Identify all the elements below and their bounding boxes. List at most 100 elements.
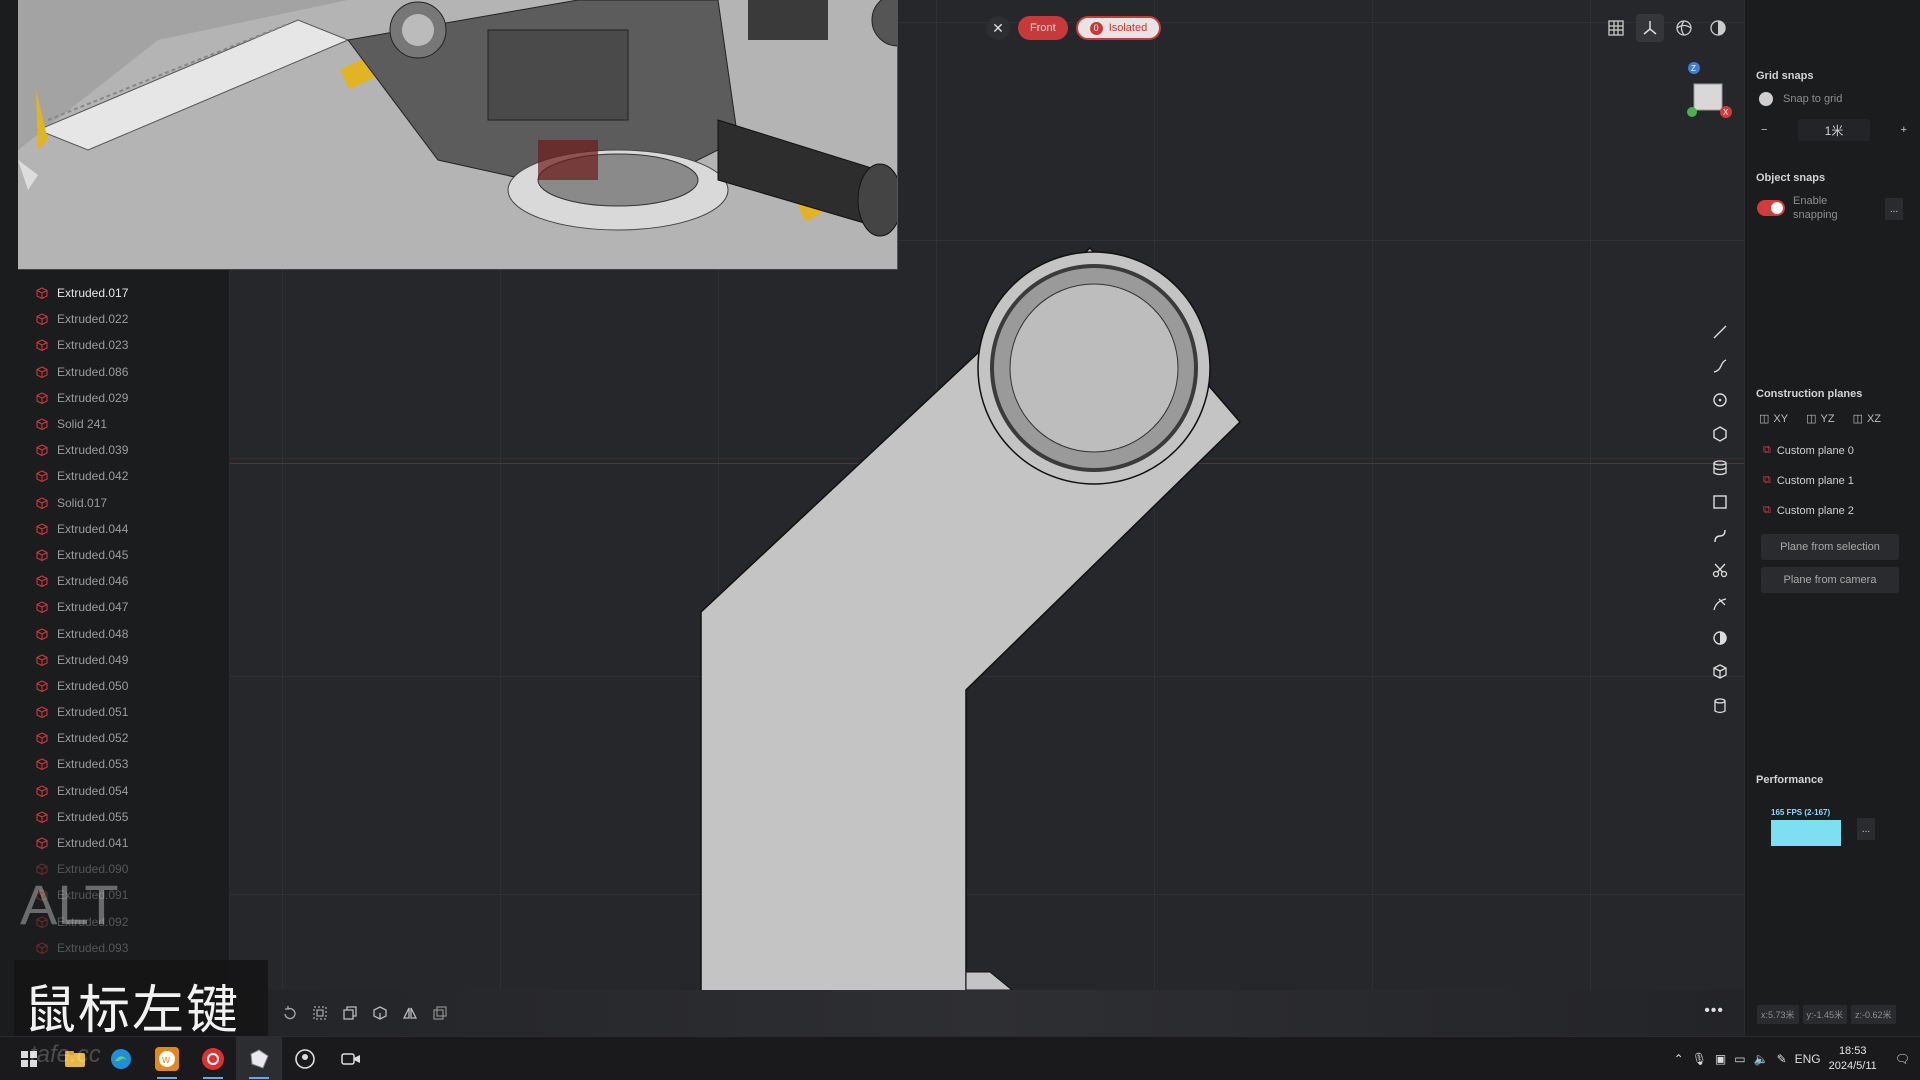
outliner-item[interactable]: Extruded.054: [0, 778, 230, 804]
reference-image: [18, 0, 898, 270]
front-view-pill[interactable]: Front: [1018, 16, 1068, 40]
isolated-pill[interactable]: 0 Isolated: [1075, 16, 1162, 40]
plane-from-selection-button[interactable]: Plane from selection: [1761, 534, 1899, 560]
outliner-item[interactable]: Extruded.055: [0, 804, 230, 830]
capture-icon[interactable]: ▣: [1715, 1052, 1726, 1066]
bottom-toolbar-more-button[interactable]: •••: [1704, 1002, 1724, 1020]
grid-size-stepper: − 1米 +: [1761, 118, 1907, 142]
solid-cube-icon: [36, 706, 48, 719]
outliner-item-label: Extruded.047: [57, 600, 129, 615]
outliner-item-label: Extruded.086: [57, 364, 129, 379]
rectangle-tool-icon[interactable]: [1706, 488, 1734, 516]
close-view-button[interactable]: ✕: [986, 16, 1010, 40]
alt-key-overlay: ALT: [20, 873, 119, 936]
outliner-item-label: Extruded.045: [57, 547, 129, 562]
x-axis-label: X: [1723, 108, 1729, 117]
outliner-item[interactable]: Extruded.022: [0, 306, 230, 332]
enable-snapping-toggle[interactable]: [1757, 200, 1785, 216]
app-w-icon[interactable]: w: [144, 1037, 190, 1080]
grid-icon[interactable]: [1602, 14, 1630, 42]
notifications-icon[interactable]: 🗨: [1895, 1052, 1910, 1066]
outliner-item-label: Extruded.046: [57, 574, 129, 589]
copy-icon[interactable]: [426, 999, 454, 1027]
outliner-item[interactable]: Extruded.041: [0, 830, 230, 856]
cylinder-tool-icon[interactable]: [1706, 692, 1734, 720]
navigation-gizmo[interactable]: Z X: [1676, 62, 1740, 126]
obs-icon[interactable]: [282, 1037, 328, 1080]
microphone-icon[interactable]: 🎙: [1692, 1052, 1707, 1066]
outliner-item-label: Solid 241: [57, 417, 108, 432]
outliner-item[interactable]: Extruded.047: [0, 594, 230, 620]
isolated-label: Isolated: [1108, 22, 1148, 34]
shading-icon[interactable]: [1704, 14, 1732, 42]
outliner-item[interactable]: Extruded.046: [0, 568, 230, 594]
plane-from-camera-button[interactable]: Plane from camera: [1761, 567, 1899, 593]
grid-increment-button[interactable]: +: [1901, 124, 1907, 136]
pen-icon[interactable]: ✎: [1777, 1052, 1787, 1066]
plasticity-app-icon[interactable]: [236, 1037, 282, 1080]
outliner-item[interactable]: Extruded.045: [0, 542, 230, 568]
z-axis-label: Z: [1691, 64, 1696, 73]
outliner-item[interactable]: Extruded.039: [0, 437, 230, 463]
transform-icon[interactable]: [366, 999, 394, 1027]
outliner-item[interactable]: Extruded.029: [0, 385, 230, 411]
grid-size-value[interactable]: 1米: [1798, 119, 1870, 141]
solid-cube-icon: [36, 601, 48, 614]
outliner-item[interactable]: Extruded.017: [0, 280, 230, 306]
chevron-up-icon[interactable]: ⌃: [1674, 1052, 1684, 1066]
solid-cube-icon: [36, 654, 48, 666]
outliner-item[interactable]: Extruded.093: [0, 935, 230, 961]
coord-y: y:-1.45米: [1802, 1005, 1848, 1024]
outliner-item[interactable]: Extruded.049: [0, 647, 230, 673]
outliner-item[interactable]: Extruded.023: [0, 332, 230, 358]
duplicate-icon[interactable]: [336, 999, 364, 1027]
netease-music-icon[interactable]: [190, 1037, 236, 1080]
outliner-item[interactable]: Solid.017: [0, 490, 230, 516]
display-icon[interactable]: ▭: [1734, 1052, 1745, 1066]
outliner-item[interactable]: Extruded.052: [0, 725, 230, 751]
custom-plane-2[interactable]: ⧉ Custom plane 2: [1763, 504, 1854, 517]
object-snaps-more-button[interactable]: ...: [1885, 198, 1903, 220]
volume-icon[interactable]: 🔈: [1754, 1052, 1769, 1066]
coord-z: z:-0.62米: [1851, 1005, 1896, 1024]
custom-plane-1[interactable]: ⧉ Custom plane 1: [1763, 474, 1854, 487]
scissors-icon[interactable]: [1706, 556, 1734, 584]
rotate-icon[interactable]: [276, 999, 304, 1027]
polygon-tool-icon[interactable]: [1706, 420, 1734, 448]
outliner-item-label: Extruded.041: [57, 836, 129, 851]
outliner-item[interactable]: Extruded.050: [0, 673, 230, 699]
outliner-item[interactable]: Extruded.048: [0, 620, 230, 646]
language-indicator[interactable]: ENG: [1795, 1052, 1821, 1066]
custom-plane-0[interactable]: ⧉ Custom plane 0: [1763, 444, 1854, 457]
outliner-item[interactable]: Extruded.051: [0, 699, 230, 725]
spline-tool-icon[interactable]: [1706, 522, 1734, 550]
video-camera-icon[interactable]: [328, 1037, 374, 1080]
edge-browser-icon[interactable]: [98, 1037, 144, 1080]
performance-more-button[interactable]: ...: [1857, 818, 1875, 840]
circle-tool-icon[interactable]: [1706, 386, 1734, 414]
scale-icon[interactable]: [306, 999, 334, 1027]
axes-icon[interactable]: [1636, 14, 1664, 42]
layers-tool-icon[interactable]: [1706, 454, 1734, 482]
plane-xy-button[interactable]: ◫ XY: [1759, 412, 1788, 426]
boolean-tool-icon[interactable]: [1706, 624, 1734, 652]
snap-to-grid-toggle[interactable]: [1759, 92, 1773, 106]
curve-tool-icon[interactable]: [1706, 352, 1734, 380]
mirror-icon[interactable]: [396, 999, 424, 1027]
plane-yz-button[interactable]: ◫ YZ: [1806, 412, 1834, 426]
grid-decrement-button[interactable]: −: [1761, 124, 1767, 136]
fps-label: 165 FPS (2-167): [1771, 808, 1831, 817]
line-tool-icon[interactable]: [1706, 318, 1734, 346]
trim-tool-icon[interactable]: [1706, 590, 1734, 618]
plane-xz-button[interactable]: ◫ XZ: [1853, 412, 1881, 426]
material-sphere-icon[interactable]: [1670, 14, 1698, 42]
outliner-item[interactable]: Extruded.053: [0, 751, 230, 777]
outliner-item[interactable]: Solid 241: [0, 411, 230, 437]
solid-cube-icon: [36, 496, 48, 509]
object-snaps-title: Object snaps: [1756, 172, 1826, 184]
outliner-item[interactable]: Extruded.042: [0, 463, 230, 489]
cube-tool-icon[interactable]: [1706, 658, 1734, 686]
clock[interactable]: 18:53 2024/5/11: [1829, 1044, 1877, 1074]
outliner-item[interactable]: Extruded.044: [0, 516, 230, 542]
outliner-item[interactable]: Extruded.086: [0, 359, 230, 385]
